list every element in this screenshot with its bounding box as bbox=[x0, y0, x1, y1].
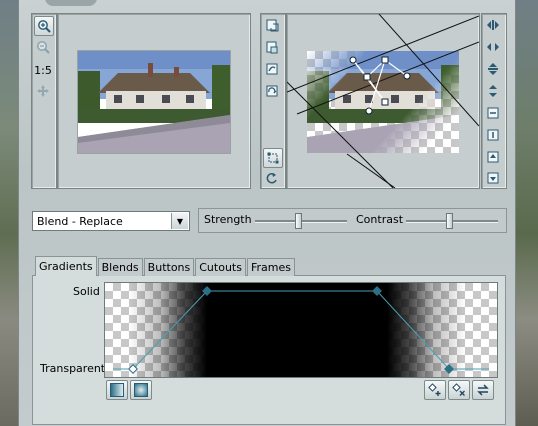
source-image bbox=[77, 50, 231, 154]
crop-icon[interactable] bbox=[263, 148, 283, 168]
center-horizontal-icon[interactable] bbox=[484, 38, 502, 56]
tab-strip: Gradients Blends Buttons Cutouts Frames bbox=[35, 256, 296, 276]
strength-slider-thumb[interactable] bbox=[295, 213, 303, 229]
link-shape-icon[interactable] bbox=[263, 60, 281, 78]
tab-blends[interactable]: Blends bbox=[97, 258, 143, 276]
solid-label: Solid bbox=[73, 285, 100, 298]
rotate-shape-icon[interactable] bbox=[263, 82, 281, 100]
tab-frames[interactable]: Frames bbox=[246, 258, 295, 276]
flip-vertical-icon[interactable] bbox=[484, 60, 502, 78]
gradient-curve bbox=[113, 286, 489, 374]
delete-node-button[interactable] bbox=[448, 380, 470, 400]
radial-gradient-icon bbox=[134, 383, 148, 397]
handle-node[interactable] bbox=[403, 72, 411, 80]
contrast-slider-thumb[interactable] bbox=[446, 213, 454, 229]
handle-node[interactable] bbox=[381, 56, 389, 64]
chevron-down-icon[interactable]: ▼ bbox=[171, 213, 188, 229]
gradient-curve-editor[interactable] bbox=[104, 282, 498, 378]
flip-horizontal-icon[interactable] bbox=[484, 16, 502, 34]
tab-cutouts[interactable]: Cutouts bbox=[195, 258, 246, 276]
load-shape-icon[interactable] bbox=[263, 16, 281, 34]
radial-gradient-button[interactable] bbox=[130, 380, 152, 400]
linear-gradient-button[interactable] bbox=[106, 380, 128, 400]
zoom-out-icon[interactable] bbox=[34, 38, 52, 56]
result-preview-box bbox=[286, 13, 480, 189]
transparent-label: Transparent bbox=[40, 362, 106, 375]
align-top-icon[interactable] bbox=[484, 148, 502, 166]
swap-arrows-icon bbox=[477, 384, 489, 396]
gradient-direction-overlay bbox=[287, 14, 479, 188]
blend-mode-select[interactable]: Blend - Replace ▼ bbox=[32, 211, 190, 231]
delete-node-icon bbox=[452, 383, 465, 396]
align-bottom-icon[interactable] bbox=[484, 169, 502, 187]
tab-buttons[interactable]: Buttons bbox=[143, 258, 195, 276]
fit-height-icon[interactable] bbox=[484, 126, 502, 144]
center-vertical-icon[interactable] bbox=[484, 82, 502, 100]
save-shape-icon[interactable] bbox=[263, 38, 281, 56]
add-node-button[interactable] bbox=[424, 380, 446, 400]
background-photo-right bbox=[514, 0, 538, 426]
contrast-label: Contrast bbox=[356, 213, 404, 226]
fit-width-icon[interactable] bbox=[484, 104, 502, 122]
add-node-icon bbox=[428, 383, 441, 396]
reset-rotate-icon[interactable] bbox=[263, 169, 281, 187]
tab-gradients[interactable]: Gradients bbox=[35, 256, 97, 276]
handle-node[interactable] bbox=[381, 98, 389, 106]
background-photo-left bbox=[0, 0, 18, 426]
slider-group: Strength Contrast bbox=[198, 208, 507, 233]
move-icon[interactable] bbox=[34, 82, 52, 100]
blend-mode-value: Blend - Replace bbox=[37, 214, 123, 228]
zoom-ratio-label: 1:5 bbox=[34, 63, 52, 77]
linear-gradient-icon bbox=[110, 383, 124, 397]
reverse-gradient-button[interactable] bbox=[472, 380, 494, 400]
strength-label: Strength bbox=[204, 213, 252, 226]
handle-node[interactable] bbox=[365, 107, 373, 115]
panel-top-tab bbox=[45, 0, 97, 6]
zoom-in-icon[interactable] bbox=[34, 16, 54, 36]
handle-node[interactable] bbox=[349, 56, 357, 64]
handle-node[interactable] bbox=[363, 73, 371, 81]
